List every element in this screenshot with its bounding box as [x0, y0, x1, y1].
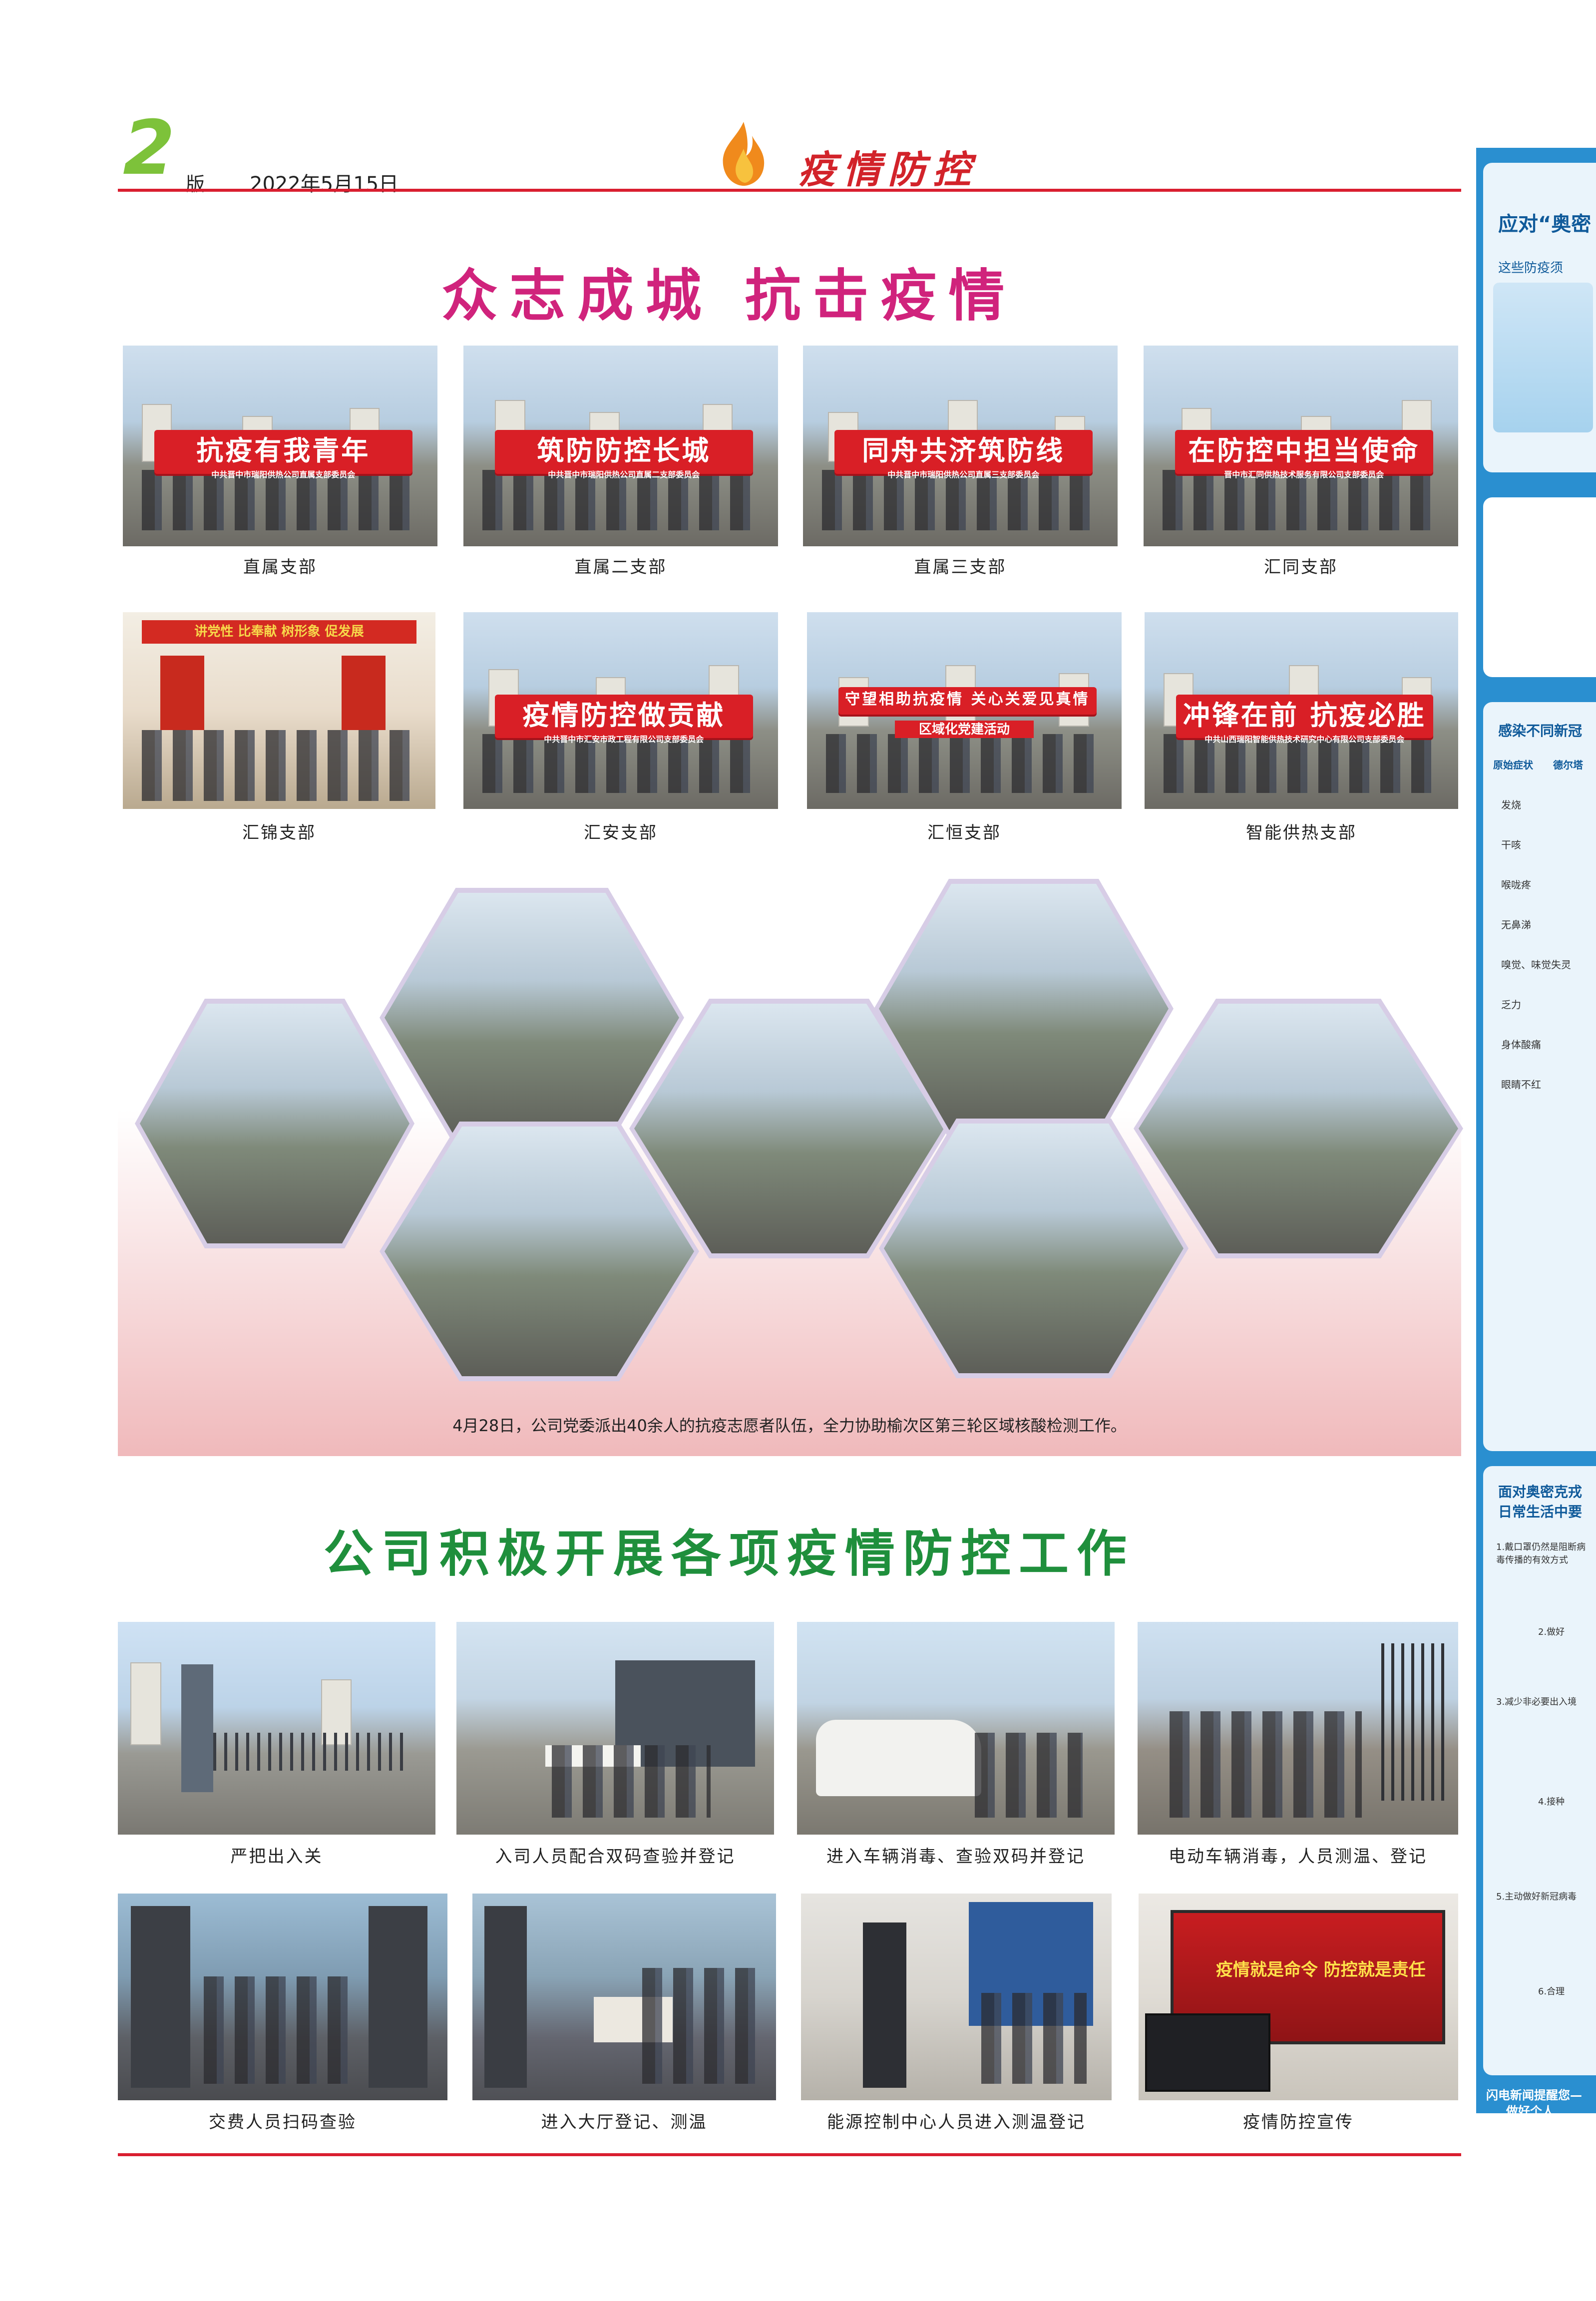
page-suffix: 版: [186, 173, 205, 195]
work-photo: 疫情就是命令 防控就是责任: [1139, 1894, 1458, 2100]
photo-caption: 疫情防控宣传: [1243, 2112, 1354, 2132]
sidebar-tip: 5.主动做好新冠病毒: [1496, 1892, 1577, 1902]
branch-photo: 疫情防控做贡献 中共晋中市汇安市政工程有限公司支部委员会: [463, 612, 778, 809]
photo-caption: 直属二支部: [574, 557, 667, 577]
header-rule: [118, 189, 1461, 192]
sidebar-symptom: 无鼻涕: [1501, 919, 1531, 931]
sidebar-tips-title: 面对奥密克戎: [1498, 1484, 1583, 1500]
photo-caption: 直属支部: [243, 557, 317, 577]
sidebar-daily-tips: 面对奥密克戎 日常生活中要 1.戴口罩仍然是阻断病毒传播的有效方式 2.做好 3…: [1483, 1466, 1596, 2075]
sidebar-symptom: 嗅觉、味觉失灵: [1501, 959, 1571, 971]
photo-caption: 汇恒支部: [927, 823, 1001, 843]
photo-banner: 冲锋在前 抗疫必胜 中共山西瑞阳智能供热技术研究中心有限公司支部委员会: [1176, 695, 1433, 744]
photo-caption: 汇锦支部: [242, 823, 316, 843]
sidebar-footer: 闪电新闻提醒您—: [1486, 2088, 1582, 2102]
photo-banner: 疫情防控做贡献 中共晋中市汇安市政工程有限公司支部委员会: [495, 695, 753, 744]
branch-photo: 筑防防控长城 中共晋中市瑞阳供热公司直属二支部委员会: [463, 346, 778, 546]
photo-caption: 能源控制中心人员进入测温登记: [827, 2112, 1086, 2132]
work-photo: [118, 1894, 447, 2100]
collage-caption: 4月28日，公司党委派出40余人的抗疫志愿者队伍，全力协助榆次区第三轮区域核酸检…: [452, 1416, 1127, 1435]
sidebar-symptom-title: 感染不同新冠: [1498, 723, 1583, 739]
section-title: 疫情防控: [798, 147, 978, 192]
headline-unite: 众志成城 抗击疫情: [441, 263, 1017, 329]
branch-photo: 在防控中担当使命 晋中市汇同供热技术服务有限公司支部委员会: [1144, 346, 1458, 546]
sidebar-tip: 6.合理: [1538, 1986, 1565, 1997]
work-photo: [118, 1622, 435, 1835]
work-photo: [456, 1622, 774, 1835]
photo-banner: 同舟共济筑防线 中共晋中市瑞阳供热公司直属三支部委员会: [834, 429, 1093, 479]
work-photo: [797, 1622, 1115, 1835]
sidebar-col-delta: 德尔塔: [1553, 759, 1583, 771]
branch-photo: 讲党性 比奉献 树形象 促发展: [123, 612, 435, 809]
screen-slogan: 疫情就是命令 防控就是责任: [1215, 1960, 1426, 1980]
photo-caption: 严把出入关: [230, 1847, 323, 1867]
sidebar-symptom: 眼睛不红: [1501, 1079, 1541, 1091]
work-photo: [1138, 1622, 1458, 1835]
sidebar-col-original: 原始症状: [1493, 759, 1533, 771]
footer-rule: [118, 2153, 1461, 2156]
photo-caption: 交费人员扫码查验: [209, 2112, 357, 2132]
photo-caption: 进入大厅登记、测温: [541, 2112, 708, 2132]
wall-slogan: 讲党性 比奉献 树形象 促发展: [141, 620, 417, 644]
sidebar-tip: 2.做好: [1538, 1627, 1565, 1637]
photo-caption: 汇同支部: [1264, 557, 1338, 577]
sidebar-symptom: 乏力: [1501, 999, 1521, 1011]
sidebar-tip: 1.戴口罩仍然是阻断病毒传播的有效方式: [1496, 1542, 1586, 1565]
branch-photo: 同舟共济筑防线 中共晋中市瑞阳供热公司直属三支部委员会: [803, 346, 1118, 546]
sidebar-omicron-guide: 应对“奥密 这些防疫须 感染不同新冠 原始症状 德尔塔 发烧 干咳 喉咙疼 无鼻…: [1476, 148, 1596, 2118]
flame-logo-icon: [723, 122, 765, 186]
photo-sub-banner: 区域化党建活动: [895, 720, 1034, 739]
photo-caption: 电动车辆消毒，人员测温、登记: [1169, 1847, 1427, 1867]
work-photo: [801, 1894, 1112, 2100]
photo-caption: 直属三支部: [914, 557, 1007, 577]
sidebar-footer-2: 做好个人: [1506, 2104, 1554, 2118]
branch-photo: 冲锋在前 抗疫必胜 中共山西瑞阳智能供热技术研究中心有限公司支部委员会: [1145, 612, 1458, 809]
issue-date: 2022年5月15日: [250, 173, 399, 196]
sidebar-title: 应对“奥密: [1498, 213, 1592, 236]
sidebar-intro: [1483, 497, 1596, 677]
sidebar-tips-title2: 日常生活中要: [1498, 1504, 1583, 1520]
sidebar-panel-top: 应对“奥密 这些防疫须: [1483, 163, 1596, 472]
photo-banner: 抗疫有我青年 中共晋中市瑞阳供热公司直属支部委员会: [154, 429, 412, 479]
sidebar-subtitle: 这些防疫须: [1498, 261, 1564, 276]
photo-banner: 守望相助抗疫情 关心关爱见真情: [838, 687, 1097, 715]
branch-photo: 守望相助抗疫情 关心关爱见真情 区域化党建活动: [807, 612, 1122, 809]
branch-photo: 抗疫有我青年 中共晋中市瑞阳供热公司直属支部委员会: [123, 346, 437, 546]
page-number: 2: [123, 105, 175, 192]
sidebar-symptom: 发烧: [1501, 799, 1521, 811]
photo-caption: 进入车辆消毒、查验双码并登记: [826, 1847, 1085, 1867]
sidebar-symptom: 身体酸痛: [1501, 1039, 1541, 1051]
photo-caption: 汇安支部: [584, 823, 658, 843]
sidebar-symptom-table: 感染不同新冠 原始症状 德尔塔 发烧 干咳 喉咙疼 无鼻涕 嗅觉、味觉失灵 乏力…: [1483, 702, 1596, 1451]
sidebar-tip: 3.减少非必要出入境: [1496, 1697, 1577, 1707]
headline-prevention-work: 公司积极开展各项疫情防控工作: [324, 1525, 1135, 1583]
work-photo: [472, 1894, 776, 2100]
photo-banner: 筑防防控长城 中共晋中市瑞阳供热公司直属二支部委员会: [495, 429, 753, 479]
photo-banner: 在防控中担当使命 晋中市汇同供热技术服务有限公司支部委员会: [1175, 429, 1433, 479]
photo-caption: 智能供热支部: [1246, 823, 1357, 843]
photo-caption: 入司人员配合双码查验并登记: [495, 1847, 736, 1867]
sidebar-tip: 4.接种: [1538, 1797, 1565, 1807]
sidebar-symptom: 喉咙疼: [1501, 879, 1531, 891]
sidebar-symptom: 干咳: [1501, 839, 1521, 851]
